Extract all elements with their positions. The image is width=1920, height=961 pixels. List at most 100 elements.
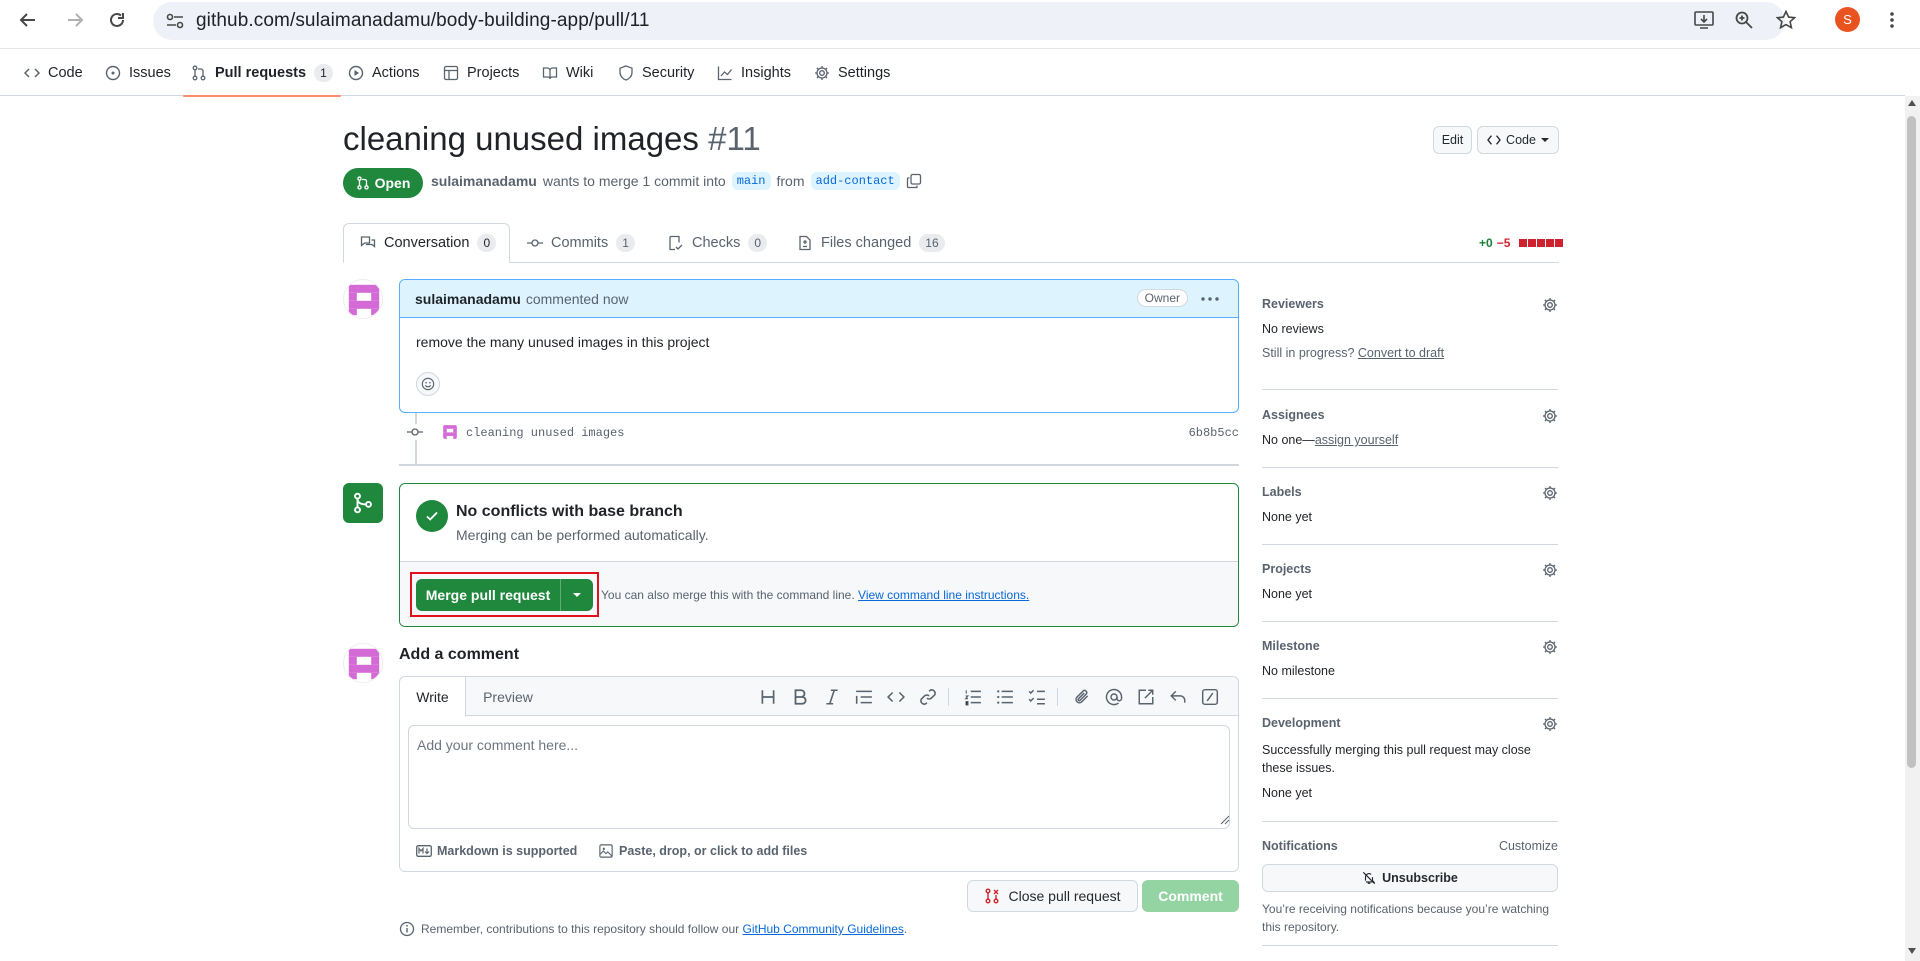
tab-files-changed[interactable]: Files changed 16 [797, 223, 945, 263]
community-guidelines-link[interactable]: GitHub Community Guidelines [743, 922, 904, 936]
pr-author-link[interactable]: sulaimanadamu [431, 173, 537, 189]
cross-reference-icon[interactable] [1137, 688, 1155, 706]
italic-icon[interactable] [823, 688, 841, 706]
sidebar-divider [1262, 698, 1558, 699]
reload-icon[interactable] [102, 5, 132, 35]
merge-hint: You can also merge this with the command… [601, 588, 1029, 602]
pr-state-badge: Open [343, 168, 423, 198]
tab-conversation[interactable]: Conversation 0 [343, 223, 510, 263]
sidebar-section-title: Milestone [1262, 639, 1320, 653]
markdown-supported-link[interactable]: Markdown is supported [416, 844, 577, 858]
repo-tab-code[interactable]: Code [24, 49, 83, 96]
base-branch[interactable]: main [731, 172, 771, 190]
slash-commands-icon[interactable] [1201, 688, 1219, 706]
sidebar-divider [1262, 544, 1558, 545]
forward-icon[interactable] [60, 5, 90, 35]
sidebar-assignees: Assignees No one—assign yourself [1262, 408, 1558, 448]
editor-footer: Markdown is supported Paste, drop, or cl… [400, 831, 1238, 871]
gear-icon[interactable] [1542, 639, 1558, 655]
repo-tab-projects[interactable]: Projects [443, 49, 519, 96]
bold-icon[interactable] [791, 688, 809, 706]
comment-submit-button[interactable]: Comment [1142, 880, 1239, 912]
quote-icon[interactable] [855, 688, 873, 706]
page-title: cleaning unused images #11 [343, 120, 761, 158]
ordered-list-icon[interactable] [964, 688, 982, 706]
sidebar-section-value: None yet [1262, 587, 1313, 601]
guidelines-end: . [903, 922, 908, 936]
repo-tab-security[interactable]: Security [618, 49, 694, 96]
browser-menu-icon[interactable] [1889, 11, 1895, 29]
convert-to-draft-link[interactable]: Convert to draft [1358, 346, 1444, 360]
copy-icon[interactable] [906, 173, 922, 189]
zoom-icon[interactable] [1735, 11, 1753, 29]
customize-link[interactable]: Customize [1499, 839, 1558, 853]
avatar[interactable] [441, 423, 459, 441]
bookmark-star-icon[interactable] [1776, 10, 1796, 30]
back-icon[interactable] [13, 5, 43, 35]
scroll-up-arrow-icon[interactable] [1907, 99, 1917, 107]
tab-write[interactable]: Write [400, 677, 466, 717]
code-icon [24, 67, 40, 78]
sidebar-divider [1262, 467, 1558, 468]
comment-author[interactable]: sulaimanadamu [415, 291, 521, 307]
pr-from-text: from [776, 173, 805, 189]
heading-icon[interactable] [759, 688, 777, 706]
install-app-icon[interactable] [1694, 11, 1714, 29]
tab-commits[interactable]: Commits 1 [527, 223, 635, 263]
avatar[interactable] [343, 643, 383, 683]
repo-tab-actions[interactable]: Actions [348, 49, 420, 96]
link-icon[interactable] [919, 688, 937, 706]
code-dropdown-button[interactable]: Code [1477, 126, 1559, 154]
tab-preview[interactable]: Preview [468, 677, 548, 716]
tab-label: Checks [692, 235, 741, 251]
commit-message-link[interactable]: cleaning unused images [466, 426, 624, 440]
repo-tab-insights[interactable]: Insights [717, 49, 791, 96]
gear-icon[interactable] [1542, 562, 1558, 578]
commit-sha-link[interactable]: 6b8b5cc [1189, 426, 1239, 440]
kebab-menu-icon[interactable] [1201, 297, 1219, 301]
unsubscribe-button[interactable]: Unsubscribe [1262, 864, 1558, 892]
repo-tab-issues[interactable]: Issues [105, 49, 171, 96]
gear-icon[interactable] [1542, 297, 1558, 313]
timeline-break [399, 464, 1239, 466]
repo-nav: Code Issues Pull requests 1 Actions Proj… [0, 49, 1905, 97]
gear-icon[interactable] [1542, 716, 1558, 732]
reply-icon[interactable] [1169, 688, 1187, 706]
unordered-list-icon[interactable] [996, 688, 1014, 706]
merge-footer: Merge pull request You can also merge th… [400, 561, 1238, 626]
sidebar-development: Development Successfully merging this pu… [1262, 716, 1558, 806]
repo-tab-wiki[interactable]: Wiki [542, 49, 593, 96]
comment-body: remove the many unused images in this pr… [416, 334, 710, 350]
tab-count: 0 [748, 234, 768, 252]
comment-textarea[interactable]: Add your comment here... [408, 725, 1230, 829]
gear-icon[interactable] [1542, 485, 1558, 501]
repo-tab-pull-requests[interactable]: Pull requests 1 [183, 49, 341, 97]
command-line-instructions-link[interactable]: View command line instructions. [858, 588, 1029, 602]
tab-checks[interactable]: Checks 0 [668, 223, 768, 263]
scrollbar-thumb[interactable] [1907, 116, 1916, 768]
code-icon[interactable] [887, 688, 905, 706]
issue-icon [105, 65, 121, 80]
markdown-icon [416, 845, 432, 857]
edit-title-button[interactable]: Edit [1433, 126, 1472, 154]
comment-time[interactable]: commented now [526, 291, 629, 307]
resize-handle-icon[interactable] [1220, 815, 1230, 825]
add-reaction-button[interactable] [416, 372, 440, 396]
site-info-icon[interactable] [166, 13, 184, 29]
sidebar-divider [1262, 945, 1558, 946]
close-pull-request-button[interactable]: Close pull request [967, 880, 1138, 912]
gear-icon[interactable] [1542, 408, 1558, 424]
repo-tab-settings[interactable]: Settings [814, 49, 890, 96]
repo-tab-label: Pull requests [215, 64, 307, 81]
address-bar[interactable]: github.com/sulaimanadamu/body-building-a… [153, 2, 1785, 40]
head-branch[interactable]: add-contact [810, 172, 900, 190]
add-files-button[interactable]: Paste, drop, or click to add files [599, 844, 807, 858]
scroll-down-arrow-icon[interactable] [1907, 947, 1917, 955]
profile-avatar[interactable]: S [1835, 7, 1860, 32]
mention-icon[interactable] [1105, 688, 1123, 706]
assign-yourself-link[interactable]: assign yourself [1315, 433, 1398, 447]
task-list-icon[interactable] [1028, 688, 1046, 706]
paperclip-icon[interactable] [1073, 688, 1091, 706]
avatar[interactable] [343, 279, 383, 319]
pr-meta: sulaimanadamu wants to merge 1 commit in… [431, 172, 922, 190]
